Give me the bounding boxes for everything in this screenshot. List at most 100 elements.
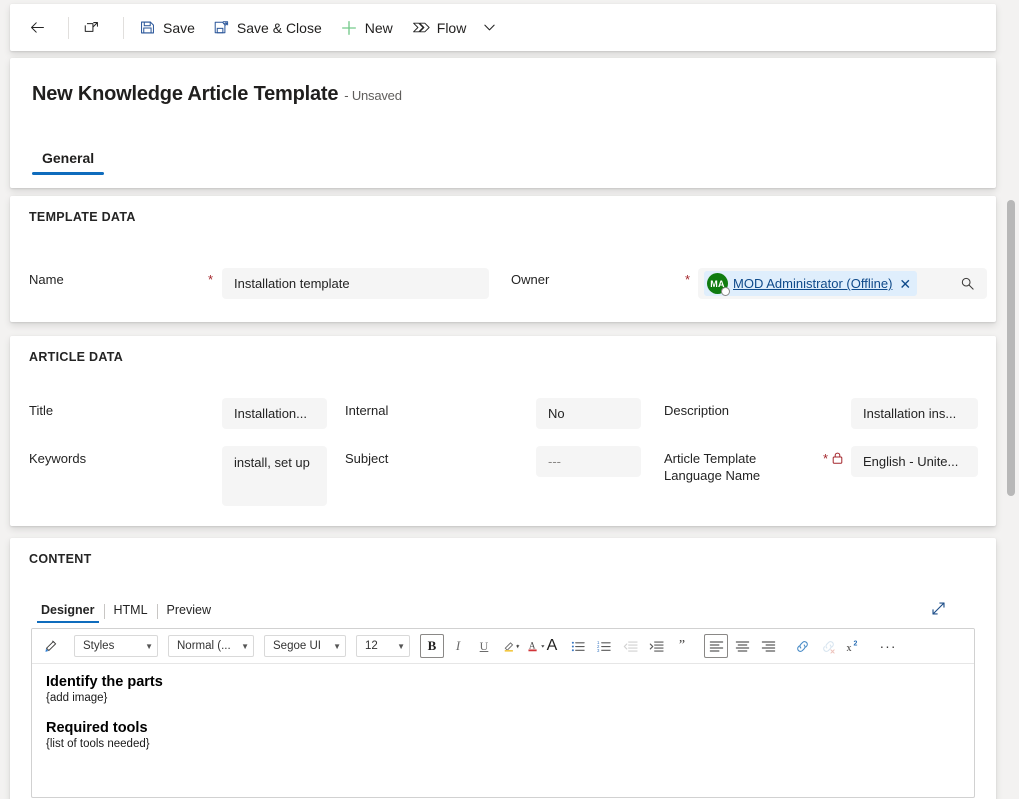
unlink-icon: [820, 639, 837, 654]
popout-button[interactable]: [75, 10, 117, 46]
editor-tabstrip: Designer HTML Preview: [32, 600, 220, 623]
title-field-label: Title: [29, 403, 54, 418]
owner-lookup-field[interactable]: MA MOD Administrator (Offline) ✕: [698, 268, 987, 299]
editor-paragraph: {add image}: [46, 692, 108, 704]
align-right-button[interactable]: [756, 634, 780, 658]
save-button[interactable]: Save: [130, 10, 204, 46]
owner-required-indicator: *: [685, 272, 691, 287]
font-color-button[interactable]: A A: [527, 634, 558, 658]
content-section: CONTENT Designer HTML Preview Styles ▼ N…: [10, 538, 996, 799]
description-input[interactable]: Installation ins...: [851, 398, 978, 429]
save-and-close-button[interactable]: Save & Close: [204, 10, 331, 46]
remove-owner-icon[interactable]: ✕: [897, 277, 913, 291]
align-left-icon: [709, 639, 724, 654]
paragraph-format-value: Normal (...: [177, 640, 231, 652]
link-icon: [794, 639, 811, 654]
lock-icon: [832, 452, 843, 464]
editor-heading: Required tools: [46, 720, 148, 736]
bulleted-list-icon: [571, 639, 586, 654]
italic-label: I: [455, 638, 461, 653]
font-color-icon: A: [527, 638, 547, 654]
chevron-down-icon: ▼: [145, 641, 153, 651]
presence-offline-icon: [721, 287, 730, 296]
subject-input[interactable]: ---: [536, 446, 641, 477]
name-input[interactable]: Installation template: [222, 268, 489, 299]
save-icon: [139, 19, 156, 36]
flow-icon: [411, 18, 430, 37]
new-label: New: [364, 19, 393, 36]
increase-indent-button[interactable]: [644, 634, 668, 658]
owner-name-link[interactable]: MOD Administrator (Offline): [733, 276, 892, 291]
align-left-button[interactable]: [704, 634, 728, 658]
flow-chevron-button[interactable]: [475, 10, 511, 46]
article-data-section: ARTICLE DATA Title Installation... Inter…: [10, 336, 996, 526]
avatar: MA: [707, 273, 730, 296]
editor-paragraph: {list of tools needed}: [46, 738, 150, 750]
align-center-icon: [735, 639, 750, 654]
tab-general[interactable]: General: [32, 144, 105, 175]
internal-field-label: Internal: [345, 403, 389, 418]
highlight-icon: [502, 638, 522, 654]
tab-html-label: HTML: [113, 603, 148, 617]
tab-preview[interactable]: Preview: [158, 600, 220, 623]
font-family-dropdown[interactable]: Segoe UI ▼: [264, 635, 346, 657]
editor-heading: Identify the parts: [46, 674, 163, 690]
save-and-close-icon: [213, 19, 230, 36]
page-title: New Knowledge Article Template - Unsaved: [32, 83, 402, 106]
font-color-label: A: [546, 637, 558, 654]
align-center-button[interactable]: [730, 634, 754, 658]
page-title-text: New Knowledge Article Template: [32, 83, 339, 105]
paragraph-format-dropdown[interactable]: Normal (... ▼: [168, 635, 254, 657]
decrease-indent-button[interactable]: [618, 634, 642, 658]
more-options-button[interactable]: ···: [876, 634, 900, 658]
numbered-list-button[interactable]: 1 2 3: [592, 634, 616, 658]
internal-input[interactable]: No: [536, 398, 641, 429]
superscript-button[interactable]: x 2: [842, 634, 866, 658]
tab-designer[interactable]: Designer: [32, 600, 104, 623]
editor-content-area[interactable]: Identify the parts {add image} Required …: [32, 664, 974, 797]
keywords-input[interactable]: install, set up: [222, 446, 327, 506]
blockquote-button[interactable]: ”: [670, 634, 694, 658]
record-header-card: New Knowledge Article Template - Unsaved …: [10, 58, 996, 188]
search-icon[interactable]: [952, 276, 983, 291]
superscript-icon: x 2: [846, 639, 862, 654]
pop-out-icon: [84, 19, 101, 36]
bold-button[interactable]: B: [420, 634, 444, 658]
styles-dropdown[interactable]: Styles ▼: [74, 635, 158, 657]
command-separator-2: [123, 16, 124, 39]
remove-link-button[interactable]: [816, 634, 840, 658]
more-options-label: ···: [879, 638, 897, 654]
svg-text:x: x: [847, 643, 852, 654]
content-title: CONTENT: [29, 552, 92, 566]
title-input[interactable]: Installation...: [222, 398, 327, 429]
flow-button[interactable]: Flow: [402, 10, 476, 46]
styles-value: Styles: [83, 640, 115, 652]
keywords-field-label: Keywords: [29, 451, 87, 466]
editor-toolbar: Styles ▼ Normal (... ▼ Segoe UI ▼ 12 ▼ B…: [32, 629, 974, 664]
back-button[interactable]: [20, 10, 62, 46]
underline-button[interactable]: U: [472, 634, 496, 658]
article-template-language-name-label: Article Template Language Name: [664, 451, 761, 483]
scrollbar-thumb[interactable]: [1007, 200, 1015, 496]
italic-button[interactable]: I: [446, 634, 470, 658]
rich-text-editor: Styles ▼ Normal (... ▼ Segoe UI ▼ 12 ▼ B…: [31, 628, 975, 798]
tab-general-label: General: [42, 150, 95, 166]
expand-editor-button[interactable]: [924, 594, 952, 622]
article-template-language-name-input[interactable]: English - Unite...: [851, 446, 978, 477]
font-family-value: Segoe UI: [273, 640, 321, 652]
flow-label: Flow: [436, 19, 467, 36]
svg-text:A: A: [528, 640, 535, 650]
insert-link-button[interactable]: [790, 634, 814, 658]
chevron-down-icon: ▼: [397, 641, 405, 651]
new-button[interactable]: New: [331, 10, 402, 46]
chevron-down-icon: [483, 21, 496, 34]
tab-html[interactable]: HTML: [105, 600, 157, 623]
bulleted-list-button[interactable]: [566, 634, 590, 658]
format-painter-button[interactable]: [38, 634, 64, 658]
subject-field-label: Subject: [345, 451, 389, 466]
font-size-dropdown[interactable]: 12 ▼: [356, 635, 410, 657]
owner-selected-pill[interactable]: MA MOD Administrator (Offline) ✕: [704, 271, 918, 296]
highlight-button[interactable]: [498, 634, 526, 658]
vertical-scrollbar[interactable]: [1006, 192, 1016, 692]
owner-field-label: Owner: [511, 272, 550, 287]
